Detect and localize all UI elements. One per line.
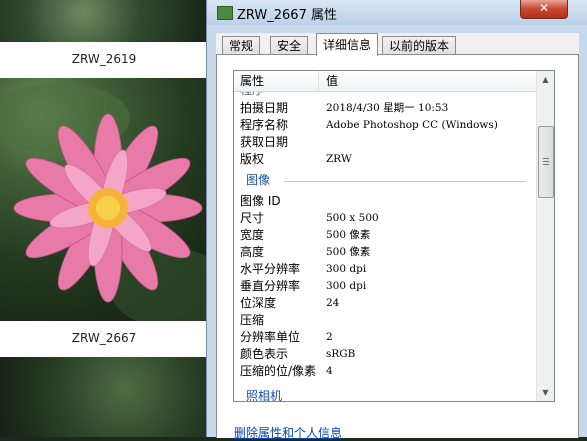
row-name: 获取日期	[240, 135, 289, 149]
thumbnail-image[interactable]	[0, 0, 208, 42]
list-item[interactable]: 版权 ZRW	[234, 151, 536, 168]
properties-window: ZRW_2667 属性 ✕ 常规 安全 详细信息 以前的版本 属性 值 程序	[206, 0, 587, 441]
group-header-image[interactable]: 图像	[246, 172, 270, 189]
thumbnail-label[interactable]: ZRW_2619	[0, 43, 208, 75]
list-item[interactable]: 水平分辨率 300 dpi	[234, 261, 536, 278]
window-title: ZRW_2667 属性	[237, 8, 337, 23]
row-name: 颜色表示	[240, 347, 289, 361]
tab-security[interactable]: 安全	[270, 36, 309, 55]
scroll-up-arrow-icon[interactable]: ▲	[537, 71, 554, 88]
watermark: 头条@百家号	[489, 414, 573, 430]
group-header-camera[interactable]: 照相机	[246, 388, 282, 401]
image-file-icon	[217, 6, 233, 20]
row-name: 宽度	[240, 228, 265, 242]
grip-line	[543, 158, 549, 159]
row-name: 位深度	[240, 296, 277, 310]
details-panel: 属性 值 程序 拍摄日期 2018/4/30 星期一 10:53 程序名称 Ad…	[216, 54, 579, 441]
thumbnail-image-lotus[interactable]	[0, 78, 208, 321]
row-value: 300 dpi	[326, 263, 367, 275]
scrollbar-thumb[interactable]	[538, 126, 554, 198]
list-item[interactable]: 压缩的位/像素 4	[234, 363, 536, 380]
row-name: 高度	[240, 245, 265, 259]
close-button[interactable]: ✕	[520, 0, 568, 19]
title-bar[interactable]: ZRW_2667 属性 ✕	[207, 0, 587, 25]
list-item[interactable]: 拍摄日期 2018/4/30 星期一 10:53	[234, 100, 536, 117]
row-name: 尺寸	[240, 211, 265, 225]
group-divider	[284, 181, 526, 182]
row-name-partial: 程序	[240, 92, 264, 99]
thumbnail-gallery: ZRW_2619 ZRW_2667	[0, 0, 208, 437]
row-name: 程序名称	[240, 118, 289, 132]
row-value: 500 像素	[326, 246, 371, 258]
scroll-down-arrow-icon[interactable]: ▼	[537, 384, 554, 401]
lotus-flower-image	[0, 83, 208, 321]
grip-line	[543, 161, 549, 162]
row-value: sRGB	[326, 348, 356, 360]
list-item[interactable]: 程序名称 Adobe Photoshop CC (Windows)	[234, 117, 536, 134]
list-item-partial: 程序	[234, 92, 536, 99]
thumbnail-label[interactable]: ZRW_2667	[0, 322, 208, 354]
row-value: 2018/4/30 星期一 10:53	[326, 102, 449, 114]
column-separator[interactable]	[318, 71, 319, 91]
row-name: 压缩	[240, 313, 265, 327]
column-header-value[interactable]: 值	[326, 71, 338, 91]
row-value: 500 像素	[326, 229, 371, 241]
row-name: 拍摄日期	[240, 101, 289, 115]
list-item[interactable]: 宽度 500 像素	[234, 227, 536, 244]
remove-properties-link[interactable]: 删除属性和个人信息	[234, 424, 342, 441]
tab-strip: 常规 安全 详细信息 以前的版本	[216, 33, 579, 56]
list-item[interactable]: 颜色表示 sRGB	[234, 346, 536, 363]
row-name: 水平分辨率	[240, 262, 301, 276]
list-item[interactable]: 获取日期	[234, 134, 536, 151]
list-item[interactable]: 压缩	[234, 312, 536, 329]
row-value: 24	[326, 297, 340, 309]
tab-previous-versions[interactable]: 以前的版本	[382, 36, 457, 55]
row-value: Adobe Photoshop CC (Windows)	[326, 119, 498, 131]
list-item[interactable]: 尺寸 500 x 500	[234, 210, 536, 227]
vertical-scrollbar[interactable]: ▲ ▼	[536, 71, 554, 401]
list-item[interactable]: 位深度 24	[234, 295, 536, 312]
column-header-property[interactable]: 属性	[240, 71, 264, 91]
row-name: 分辨率单位	[240, 330, 301, 344]
row-value: 2	[326, 331, 333, 343]
list-item[interactable]: 图像 ID	[234, 193, 536, 210]
list-header: 属性 值	[234, 71, 536, 92]
grip-line	[543, 164, 549, 165]
row-value: 300 dpi	[326, 280, 367, 292]
tab-general[interactable]: 常规	[222, 36, 261, 55]
list-item[interactable]: 垂直分辨率 300 dpi	[234, 278, 536, 295]
row-name: 版权	[240, 152, 265, 166]
row-value: 500 x 500	[326, 212, 379, 224]
row-value: 4	[326, 365, 333, 377]
thumbnail-image[interactable]	[0, 357, 208, 437]
row-name: 压缩的位/像素	[240, 364, 317, 378]
property-list[interactable]: 属性 值 程序 拍摄日期 2018/4/30 星期一 10:53 程序名称 Ad…	[233, 70, 555, 402]
row-value: ZRW	[326, 153, 352, 165]
list-item[interactable]: 高度 500 像素	[234, 244, 536, 261]
window-client-area: 常规 安全 详细信息 以前的版本 属性 值 程序 拍摄日期 2018/4	[216, 33, 579, 441]
list-item[interactable]: 分辨率单位 2	[234, 329, 536, 346]
row-name: 图像 ID	[240, 194, 281, 208]
row-name: 垂直分辨率	[240, 279, 301, 293]
property-rows: 程序 拍摄日期 2018/4/30 星期一 10:53 程序名称 Adobe P…	[234, 92, 536, 401]
tab-details[interactable]: 详细信息	[316, 33, 379, 56]
